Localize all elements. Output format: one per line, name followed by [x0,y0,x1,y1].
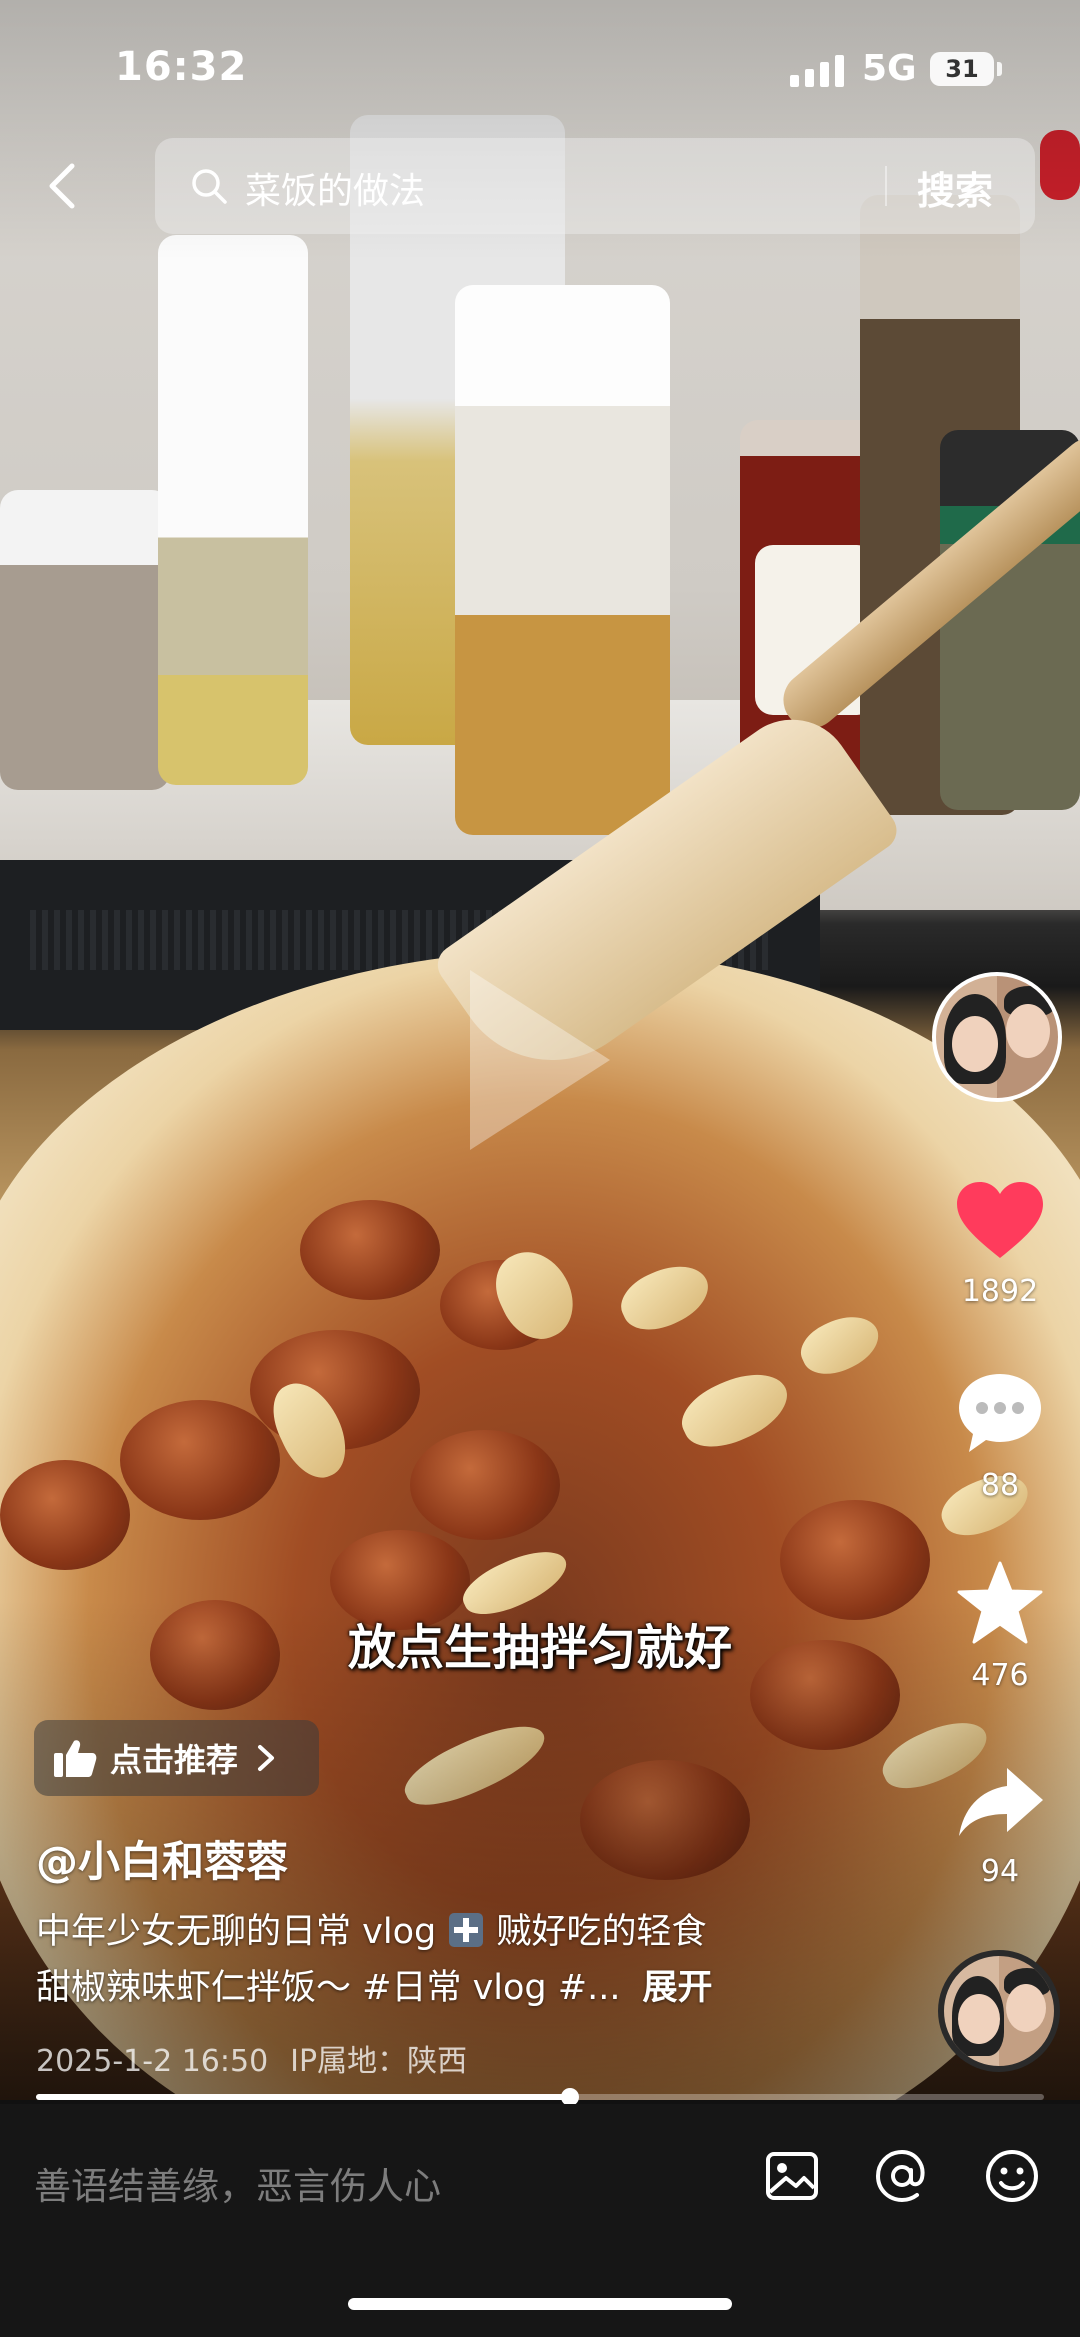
search-query[interactable]: 菜饭的做法 [245,162,425,214]
video-shrimp [0,1460,130,1570]
comment-bar: 善语结善缘，恶言伤人心 [0,2104,1080,2337]
comment-action[interactable]: 88 [930,1370,1070,1503]
comment-count: 88 [980,1468,1020,1503]
video-shrimp [410,1430,560,1540]
video-subtitle: 放点生抽拌匀就好 [347,1620,732,1676]
image-icon[interactable] [762,2146,822,2206]
at-icon[interactable] [872,2146,932,2206]
video-jar [158,235,308,785]
author-name[interactable]: @小白和蓉蓉 [36,1828,288,1889]
battery-tip [997,62,1002,76]
description-text: 甜椒辣味虾仁拌饭～ #日常 vlog #... [36,1968,621,2008]
video-jar [0,490,170,790]
ip-location: IP属地：陕西 [290,2044,468,2079]
play-icon[interactable] [470,970,610,1150]
search-bar[interactable]: 菜饭的做法 搜索 [155,138,1035,234]
like-action[interactable]: 1892 [930,1180,1070,1309]
author-avatar[interactable] [932,972,1062,1102]
video-progress-bar[interactable] [36,2088,1044,2106]
share-action[interactable]: 94 [930,1762,1070,1889]
search-divider [885,166,887,206]
network-label: 5G [862,48,917,89]
search-icon [192,169,227,204]
video-description-line1: 中年少女无聊的日常 vlog 贼好吃的轻食 [36,1906,707,1958]
video-progress-fill [36,2094,571,2100]
video-meta: 2025-1-2 16:50 IP属地：陕西 [36,2036,467,2080]
recommend-button[interactable]: 点击推荐 [34,1720,319,1796]
back-icon [49,163,75,209]
back-button[interactable] [38,160,90,212]
video-shrimp [120,1400,280,1520]
video-jar [455,285,670,835]
thumbs-up-icon [54,1740,97,1777]
like-count: 1892 [961,1274,1039,1309]
home-indicator [348,2298,732,2310]
description-text: 贼好吃的轻食 [496,1912,707,1952]
heart-icon[interactable] [955,1180,1045,1262]
battery-icon: 31 [930,52,994,86]
description-text: 中年少女无聊的日常 vlog [36,1912,437,1952]
signal-icon [790,55,844,87]
music-disc[interactable] [938,1950,1060,2072]
share-count: 94 [980,1854,1020,1889]
chevron-right-icon [258,1745,275,1771]
video-description-line2: 甜椒辣味虾仁拌饭～ #日常 vlog #... 展开 [36,1962,713,2014]
recommend-label: 点击推荐 [110,1741,239,1779]
emoji-icon[interactable] [982,2146,1042,2206]
comment-icon[interactable] [955,1370,1045,1456]
status-time: 16:32 [115,44,248,90]
search-button[interactable]: 搜索 [917,160,993,215]
expand-link[interactable]: 展开 [642,1968,712,2008]
comment-input[interactable]: 善语结善缘，恶言伤人心 [34,2156,441,2210]
share-icon[interactable] [955,1762,1045,1842]
plus-icon [449,1913,484,1947]
video-shrimp [300,1200,440,1300]
publish-date: 2025-1-2 16:50 [36,2044,269,2079]
